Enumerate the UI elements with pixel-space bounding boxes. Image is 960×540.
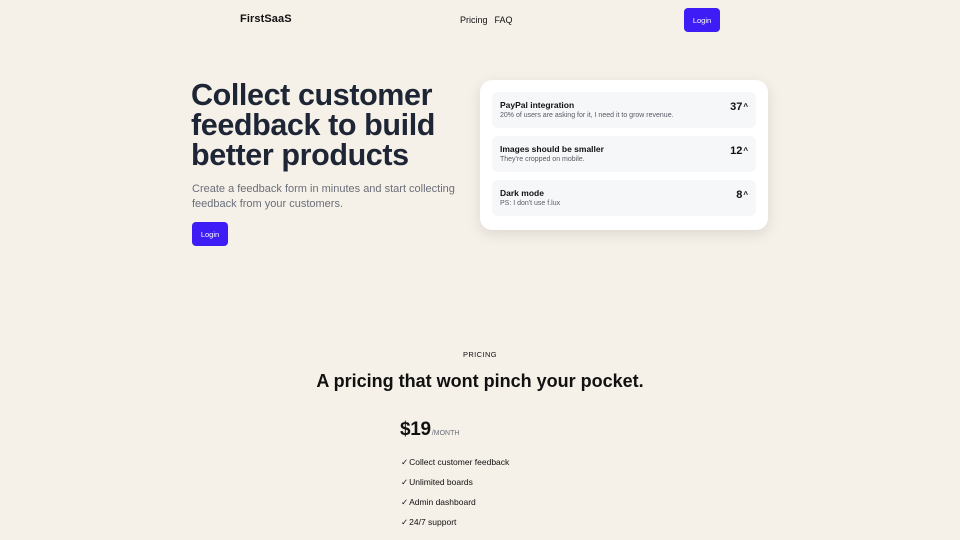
- chevron-up-icon: ^: [743, 146, 748, 155]
- price-period: /MONTH: [431, 430, 460, 437]
- chevron-up-icon: ^: [743, 102, 748, 111]
- feature-label: 24/7 support: [409, 517, 457, 527]
- feedback-card: PayPal integration 20% of users are aski…: [480, 80, 768, 230]
- feature-label: Unlimited boards: [409, 477, 473, 487]
- feature-label: Collect customer feedback: [409, 457, 510, 467]
- feature-label: Admin dashboard: [409, 497, 476, 507]
- vote-count: 12: [730, 145, 743, 157]
- feature-list: ✓ Collect customer feedback ✓ Unlimited bo…: [401, 457, 509, 537]
- hero-title: Collect customer feedback to build bette…: [191, 78, 436, 172]
- nav-link-faq[interactable]: FAQ: [495, 15, 513, 25]
- feedback-description: They're cropped on mobile.: [500, 156, 585, 163]
- upvote-button[interactable]: 8 ^: [736, 189, 748, 201]
- feedback-description: 20% of users are asking for it, I need i…: [500, 112, 674, 119]
- feature-item: ✓ Unlimited boards: [401, 477, 509, 497]
- top-nav: Pricing FAQ: [460, 15, 513, 25]
- price: $19 /MONTH: [400, 419, 459, 441]
- check-icon: ✓: [401, 457, 409, 467]
- landing-page: FirstSaaS Pricing FAQ Login Collect cust…: [0, 0, 960, 540]
- feedback-title: PayPal integration: [500, 100, 575, 110]
- check-icon: ✓: [401, 497, 409, 507]
- feedback-title: Images should be smaller: [500, 144, 604, 154]
- vote-count: 8: [736, 189, 743, 201]
- hero-login-button[interactable]: Login: [192, 222, 228, 246]
- feature-item: ✓ Admin dashboard: [401, 497, 509, 517]
- check-icon: ✓: [401, 517, 409, 527]
- feedback-item[interactable]: Dark mode PS: I don't use f.lux 8 ^: [492, 180, 756, 216]
- feedback-title: Dark mode: [500, 188, 544, 198]
- feedback-item[interactable]: PayPal integration 20% of users are aski…: [492, 92, 756, 128]
- chevron-up-icon: ^: [743, 190, 748, 199]
- hero-subtitle: Create a feedback form in minutes and st…: [192, 183, 455, 210]
- header-login-button[interactable]: Login: [684, 8, 720, 32]
- vote-count: 37: [730, 101, 743, 113]
- feature-item: ✓ Collect customer feedback: [401, 457, 509, 477]
- feedback-item[interactable]: Images should be smaller They're cropped…: [492, 136, 756, 172]
- upvote-button[interactable]: 12 ^: [730, 145, 748, 157]
- brand-logo[interactable]: FirstSaaS: [240, 13, 292, 25]
- feedback-description: PS: I don't use f.lux: [500, 200, 561, 207]
- nav-link-pricing[interactable]: Pricing: [460, 15, 488, 25]
- price-amount: $19: [400, 419, 431, 440]
- pricing-section-label: PRICING: [462, 350, 498, 359]
- upvote-button[interactable]: 37 ^: [730, 101, 748, 113]
- feature-item: ✓ 24/7 support: [401, 517, 509, 537]
- pricing-title: A pricing that wont pinch your pocket.: [316, 371, 644, 391]
- check-icon: ✓: [401, 477, 409, 487]
